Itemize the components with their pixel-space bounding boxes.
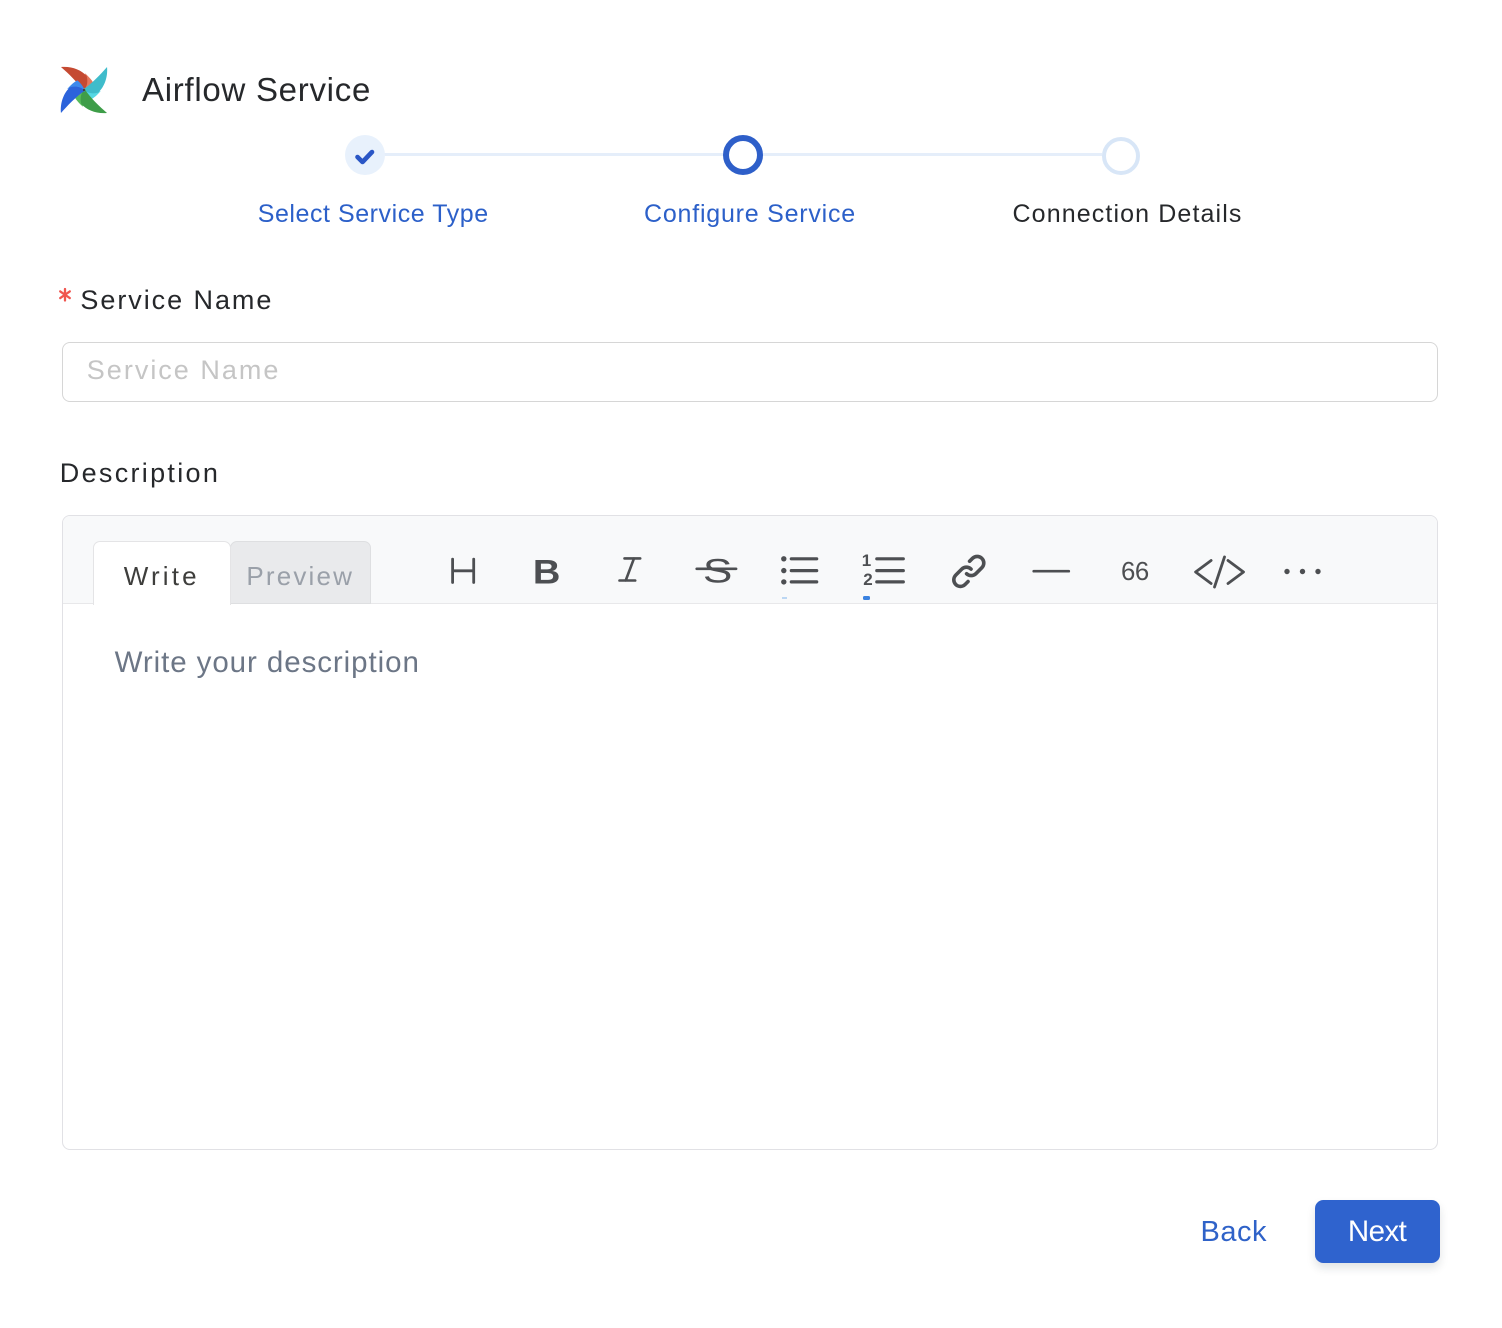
svg-text:S: S [703,552,732,590]
svg-text:B: B [533,553,560,591]
svg-text:1: 1 [862,551,871,570]
svg-text:2: 2 [863,570,872,589]
svg-text:66: 66 [1121,558,1149,586]
